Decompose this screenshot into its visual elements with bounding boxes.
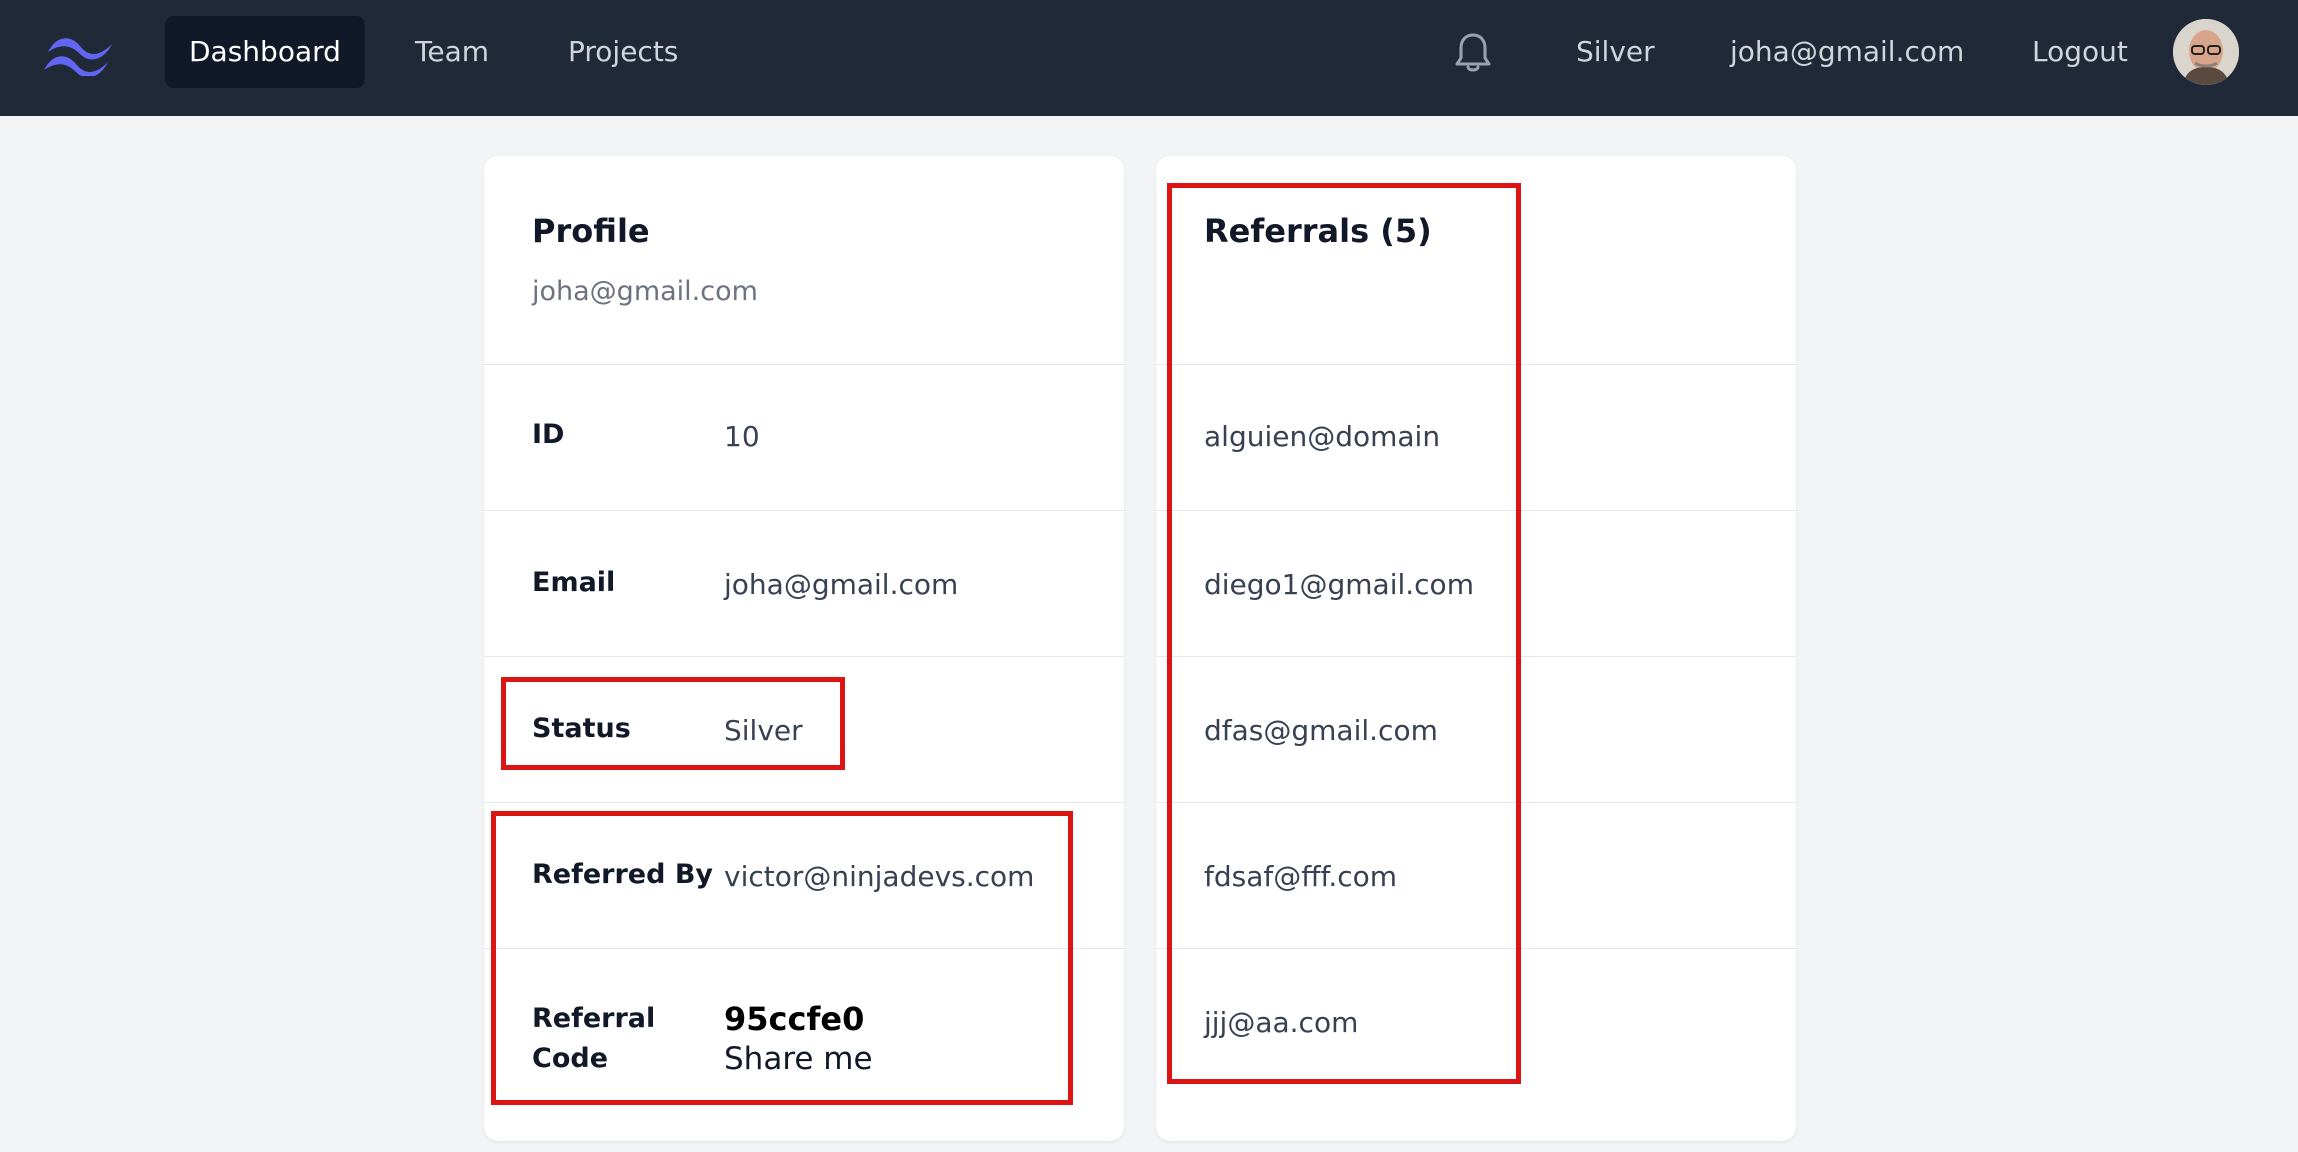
profile-subtitle: joha@gmail.com — [532, 276, 758, 307]
nav-team[interactable]: Team — [391, 16, 513, 88]
status-annotation-box — [501, 677, 845, 770]
nav-user-email: joha@gmail.com — [1730, 35, 1965, 68]
profile-title: Profile — [532, 212, 650, 250]
id-value: 10 — [724, 420, 760, 453]
referrals-list-annotation-box — [1167, 183, 1521, 1084]
bell-icon[interactable] — [1452, 31, 1494, 75]
id-label: ID — [532, 419, 565, 450]
top-navbar: Dashboard Team Projects Silver joha@gmai… — [0, 0, 2298, 116]
nav-status: Silver — [1576, 35, 1655, 68]
email-value: joha@gmail.com — [724, 568, 959, 601]
logout-link[interactable]: Logout — [2032, 16, 2128, 88]
email-label: Email — [532, 567, 616, 598]
profile-row-id: ID 10 — [484, 365, 1124, 511]
nav-projects[interactable]: Projects — [544, 16, 702, 88]
profile-header: Profile joha@gmail.com — [484, 156, 1124, 365]
referral-annotation-box — [491, 811, 1073, 1105]
user-avatar[interactable] — [2173, 19, 2239, 85]
nav-dashboard[interactable]: Dashboard — [165, 16, 365, 88]
profile-row-email: Email joha@gmail.com — [484, 511, 1124, 657]
tailwind-logo-icon[interactable] — [42, 30, 118, 76]
